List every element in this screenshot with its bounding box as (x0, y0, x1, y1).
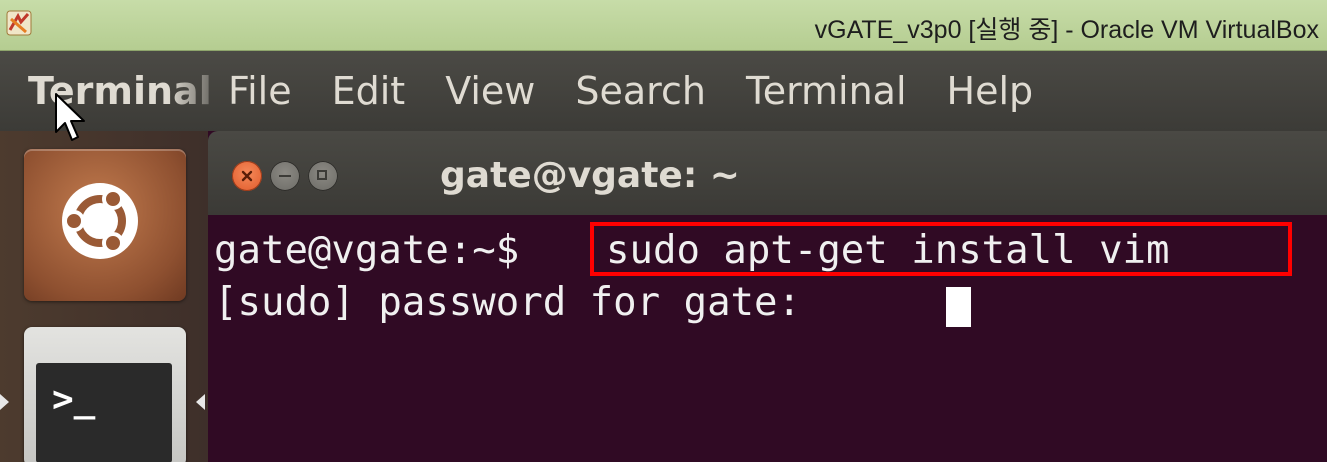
terminal-prompt-glyph: >_ (52, 379, 96, 420)
launcher-active-pip-right (196, 394, 205, 410)
close-icon (241, 170, 253, 182)
terminal-prompt: gate@vgate:~$ (214, 228, 520, 273)
terminal-icon-screen: >_ (36, 363, 172, 462)
menu-terminal[interactable]: Terminal (746, 69, 907, 113)
screen: vGATE_v3p0 [실행 중] - Oracle VM VirtualBox… (0, 0, 1327, 462)
menu-search[interactable]: Search (575, 69, 706, 113)
unity-launcher: >_ (0, 131, 208, 462)
text-cursor (946, 287, 971, 327)
ubuntu-dash-icon[interactable] (24, 149, 186, 301)
terminal-title: gate@vgate: ~ (440, 155, 740, 196)
mouse-pointer-icon (55, 93, 85, 141)
close-button[interactable] (232, 161, 262, 191)
terminal-body[interactable]: gate@vgate:~$ sudo apt-get install vim [… (208, 215, 1327, 462)
menu-items: File Edit View Search Terminal Help (228, 69, 1033, 113)
virtualbox-titlebar: vGATE_v3p0 [실행 중] - Oracle VM VirtualBox (0, 0, 1327, 51)
menu-file[interactable]: File (228, 69, 292, 113)
menu-view[interactable]: View (445, 69, 535, 113)
sudo-password-prompt: [sudo] password for gate: (214, 280, 825, 325)
terminal-command: sudo apt-get install vim (606, 228, 1170, 273)
virtualbox-window-title: vGATE_v3p0 [실행 중] - Oracle VM VirtualBox (814, 16, 1319, 44)
terminal-window: gate@vgate: ~ gate@vgate:~$ sudo apt-get… (208, 131, 1327, 462)
minimize-button[interactable] (270, 161, 300, 191)
virtualbox-icon[interactable] (6, 10, 32, 36)
terminal-titlebar[interactable]: gate@vgate: ~ (208, 131, 1327, 215)
maximize-button[interactable] (308, 161, 338, 191)
launcher-active-pip-left (0, 394, 9, 410)
menu-edit[interactable]: Edit (332, 69, 406, 113)
menu-help[interactable]: Help (947, 69, 1034, 113)
terminal-app-icon[interactable]: >_ (24, 327, 186, 462)
global-menubar: Terminal File Edit View Search Terminal … (0, 51, 1327, 131)
